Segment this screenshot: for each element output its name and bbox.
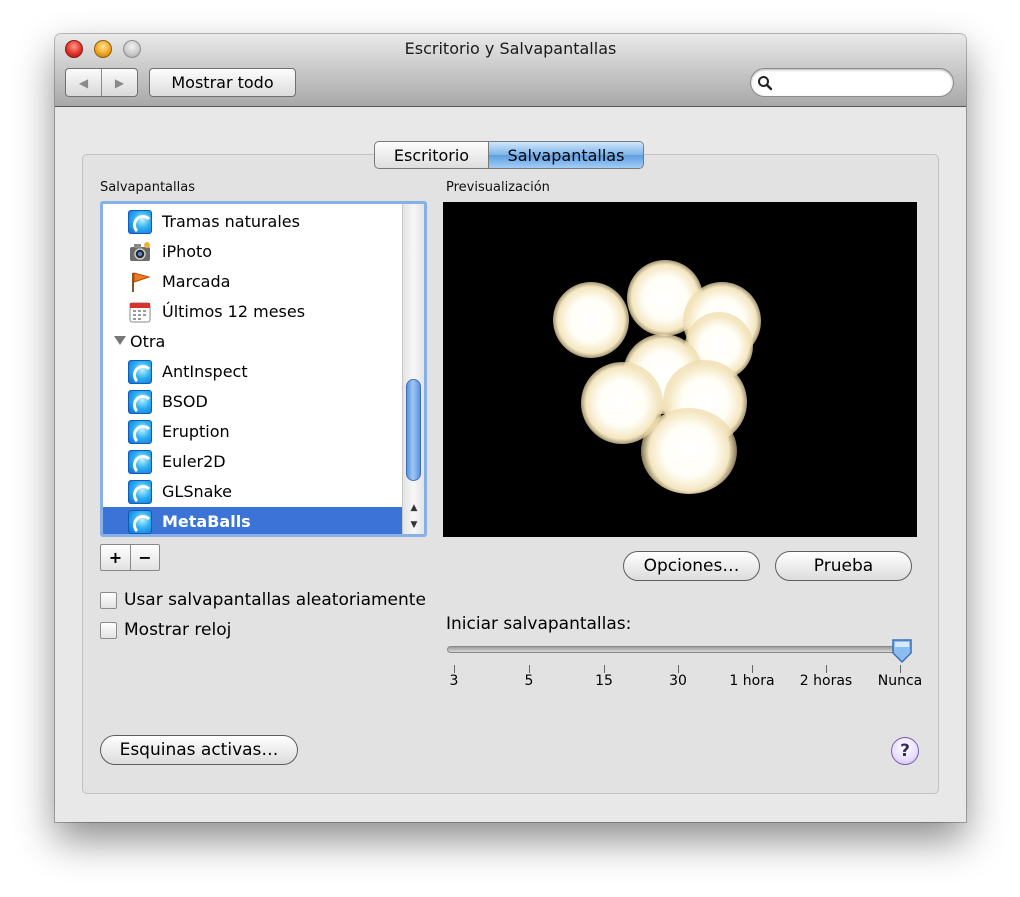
- screensaver-preview: [443, 202, 917, 537]
- list-item-label: GLSnake: [162, 482, 232, 501]
- start-screensaver-label: Iniciar salvapantallas:: [446, 614, 632, 634]
- disclosure-triangle-icon[interactable]: [114, 336, 126, 345]
- list-group-label: Otra: [130, 332, 166, 351]
- screensaver-icon: [128, 420, 152, 444]
- slider-tick: [678, 665, 679, 673]
- tick-label: 15: [595, 673, 613, 689]
- tick-label: 5: [524, 673, 534, 689]
- screensaver-icon: [128, 480, 152, 504]
- tab-salvapantallas[interactable]: Salvapantallas: [489, 142, 643, 168]
- tick-label: 3: [449, 673, 459, 689]
- navigation-group: ◀ ▶: [65, 68, 138, 97]
- list-item[interactable]: Últimos 12 meses: [103, 297, 405, 327]
- tick-label: 1 hora: [729, 673, 775, 689]
- checkbox-box[interactable]: [100, 591, 117, 609]
- add-remove-group: + −: [100, 544, 160, 571]
- tick-label: Nunca: [877, 673, 923, 689]
- list-item-label: BSOD: [162, 392, 208, 411]
- tick-label: 2 horas: [799, 673, 853, 689]
- slider-tick: [752, 665, 753, 673]
- forward-button[interactable]: ▶: [101, 69, 137, 96]
- hot-corners-button[interactable]: Esquinas activas…: [100, 735, 298, 765]
- checkbox-label: Mostrar reloj: [124, 620, 232, 640]
- slider-tick: [529, 665, 530, 673]
- show-all-button[interactable]: Mostrar todo: [149, 68, 296, 97]
- list-item[interactable]: Tramas naturales: [103, 207, 405, 237]
- tab-bar: Escritorio Salvapantallas: [374, 141, 644, 169]
- list-item[interactable]: Marcada: [103, 267, 405, 297]
- scrollbar-thumb[interactable]: [406, 379, 421, 481]
- metaball: [641, 408, 737, 494]
- random-screensaver-checkbox[interactable]: Usar salvapantallas aleatoriamente: [100, 590, 426, 610]
- slider-knob-icon[interactable]: [891, 638, 913, 664]
- window-title: Escritorio y Salvapantallas: [404, 39, 617, 58]
- scroll-up-arrow-icon[interactable]: ▲: [403, 500, 424, 515]
- checkbox-label: Usar salvapantallas aleatoriamente: [124, 590, 426, 610]
- list-item-label: Tramas naturales: [162, 212, 300, 231]
- search-field[interactable]: [750, 68, 954, 97]
- screensaver-icon: [128, 360, 152, 384]
- list-item-label: Últimos 12 meses: [162, 302, 306, 321]
- slider-tick: [454, 665, 455, 673]
- chevron-left-icon: ◀: [78, 75, 89, 90]
- list-item-label: iPhoto: [162, 242, 213, 261]
- calendar-icon: [129, 302, 151, 323]
- remove-button[interactable]: −: [130, 545, 159, 570]
- tab-escritorio[interactable]: Escritorio: [375, 142, 489, 168]
- preview-header: Previsualización: [446, 180, 550, 195]
- iphoto-icon: [130, 242, 150, 261]
- list-group-otra[interactable]: Otra: [103, 327, 405, 357]
- metaball: [553, 282, 629, 358]
- screensaver-list[interactable]: Tramas naturales iPhoto Marcada Últimos …: [100, 201, 427, 537]
- screensaver-list-header: Salvapantallas: [100, 180, 195, 195]
- screensaver-icon: [128, 450, 152, 474]
- list-item-label: AntInspect: [162, 362, 248, 381]
- slider-tick: [900, 665, 901, 673]
- screensaver-icon: [128, 210, 152, 234]
- tick-label: 30: [669, 673, 687, 689]
- list-item[interactable]: Euler2D: [103, 447, 405, 477]
- list-item-label: Marcada: [162, 272, 231, 291]
- slider-tick: [826, 665, 827, 673]
- title-bar: Escritorio y Salvapantallas ◀ ▶ Mostrar …: [55, 34, 966, 107]
- slider-tick: [604, 665, 605, 673]
- preferences-window: Escritorio y Salvapantallas ◀ ▶ Mostrar …: [55, 34, 966, 822]
- list-item-label: Eruption: [162, 422, 230, 441]
- list-item[interactable]: BSOD: [103, 387, 405, 417]
- scroll-down-arrow-icon[interactable]: ▼: [403, 517, 424, 532]
- list-item-selected[interactable]: MetaBalls: [103, 507, 405, 534]
- list-scrollbar[interactable]: ▲ ▼: [402, 204, 424, 534]
- list-item-label: Euler2D: [162, 452, 226, 471]
- checkbox-box[interactable]: [100, 621, 117, 639]
- chevron-right-icon: ▶: [114, 75, 125, 90]
- list-item[interactable]: Eruption: [103, 417, 405, 447]
- list-item[interactable]: GLSnake: [103, 477, 405, 507]
- list-item-label: MetaBalls: [162, 512, 251, 531]
- list-item[interactable]: iPhoto: [103, 237, 405, 267]
- help-button[interactable]: ?: [891, 737, 919, 765]
- add-button[interactable]: +: [101, 545, 130, 570]
- search-icon: [758, 76, 773, 91]
- start-time-slider-track[interactable]: [447, 646, 908, 653]
- back-button[interactable]: ◀: [66, 69, 101, 96]
- flag-icon: [132, 272, 151, 292]
- screensaver-icon: [128, 510, 152, 534]
- screensaver-icon: [128, 390, 152, 414]
- list-item[interactable]: AntInspect: [103, 357, 405, 387]
- options-button[interactable]: Opciones…: [623, 551, 760, 581]
- show-clock-checkbox[interactable]: Mostrar reloj: [100, 620, 231, 640]
- test-button[interactable]: Prueba: [775, 551, 912, 581]
